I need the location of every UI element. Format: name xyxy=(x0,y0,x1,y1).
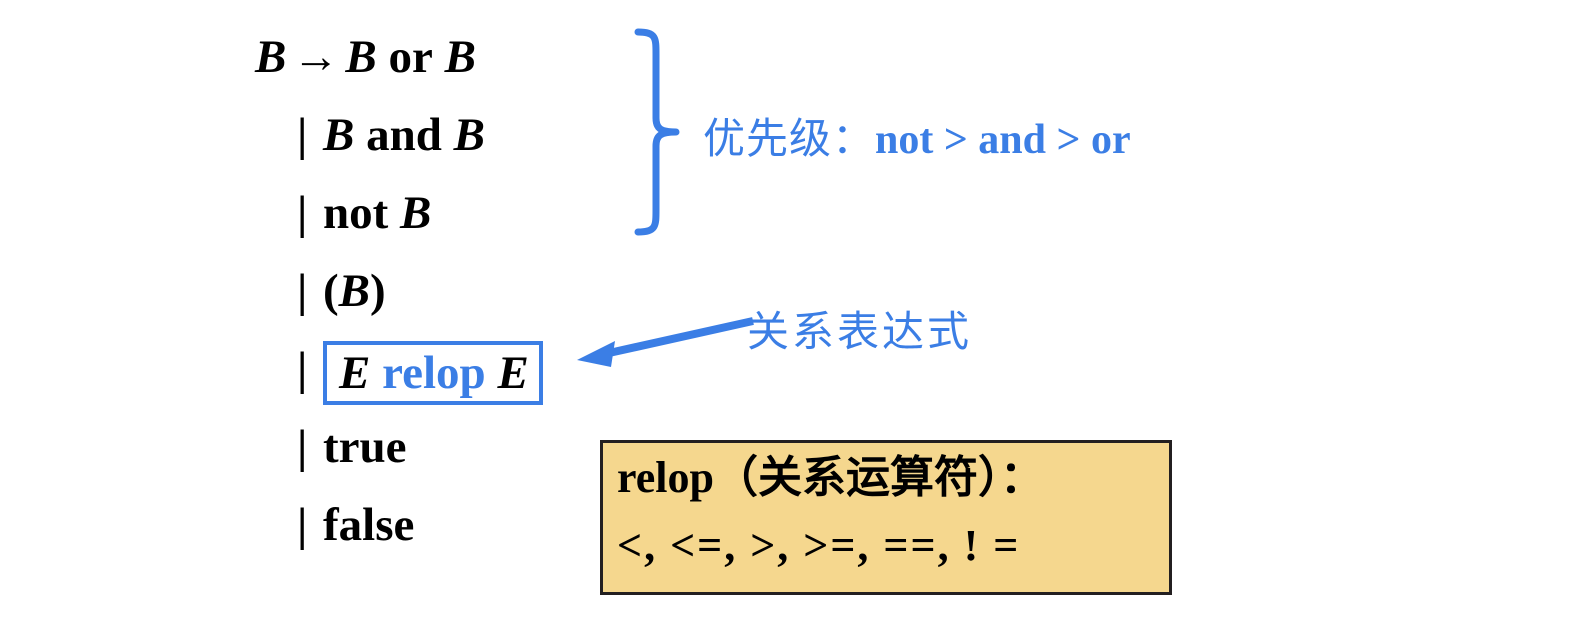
relop-legend-box: relop（关系运算符）： <, <=, >, >=, ==, ! = xyxy=(600,440,1172,595)
keyword-false: false xyxy=(323,499,415,551)
relop-legend-operators: <, <=, >, >=, ==, ! = xyxy=(617,521,1021,570)
alternation-bar: | xyxy=(297,343,308,395)
annotation-precedence-label: 优先级： xyxy=(703,114,876,163)
annotation-precedence-operators: not > and > or xyxy=(875,117,1131,163)
production-arrow-icon: → xyxy=(292,31,340,83)
nonterminal-rhs-left: B xyxy=(345,31,377,83)
alternation-bar: | xyxy=(297,421,308,473)
production-rule-1: B → B or B xyxy=(255,18,615,96)
relop-legend-title-latin: relop xyxy=(617,453,714,502)
annotation-precedence: 优先级：not > and > or xyxy=(703,105,1131,166)
nonterminal-rhs-right: B xyxy=(400,187,432,239)
production-rule-7: | false xyxy=(255,486,615,564)
nonterminal-lhs: B xyxy=(255,31,287,83)
nonterminal-rhs-left: B xyxy=(323,109,355,161)
keyword-relop: relop xyxy=(382,347,486,400)
nonterminal-rhs-left: E xyxy=(339,347,371,400)
keyword-not: not xyxy=(323,187,389,239)
nonterminal-rhs-right: B xyxy=(338,265,371,317)
production-rule-6: | true xyxy=(255,408,615,486)
nonterminal-rhs-right: E xyxy=(497,347,529,400)
alternation-bar: | xyxy=(297,265,308,317)
alternation-bar: | xyxy=(297,187,308,239)
production-rule-5: | E relop E xyxy=(255,330,615,408)
relop-legend-title: relop（关系运算符）： xyxy=(603,443,1169,513)
slide-canvas: B → B or B | B and B | not B | (B) | E relop E… xyxy=(0,0,1590,618)
keyword-and: and xyxy=(366,109,442,161)
relational-expression-highlight-box[interactable]: E relop E xyxy=(323,341,543,406)
production-rule-3: | not B xyxy=(255,174,615,252)
open-paren: ( xyxy=(323,265,339,317)
annotation-relational-expression: 关系表达式 xyxy=(747,307,973,356)
callout-arrow-icon xyxy=(577,317,754,367)
alternation-bar: | xyxy=(297,499,308,551)
alternation-bar: | xyxy=(297,109,308,161)
relop-legend-title-cjk: （关系运算符）： xyxy=(713,452,1044,503)
nonterminal-rhs-right: B xyxy=(453,109,485,161)
nonterminal-rhs-right: B xyxy=(444,31,476,83)
curly-brace-icon xyxy=(634,28,680,236)
production-rule-4: | (B) xyxy=(255,252,615,330)
close-paren: ) xyxy=(370,265,386,317)
keyword-or: or xyxy=(388,31,433,83)
grammar-production-list: B → B or B | B and B | not B | (B) | E relop E… xyxy=(255,18,615,564)
production-rule-2: | B and B xyxy=(255,96,615,174)
keyword-true: true xyxy=(323,421,407,473)
